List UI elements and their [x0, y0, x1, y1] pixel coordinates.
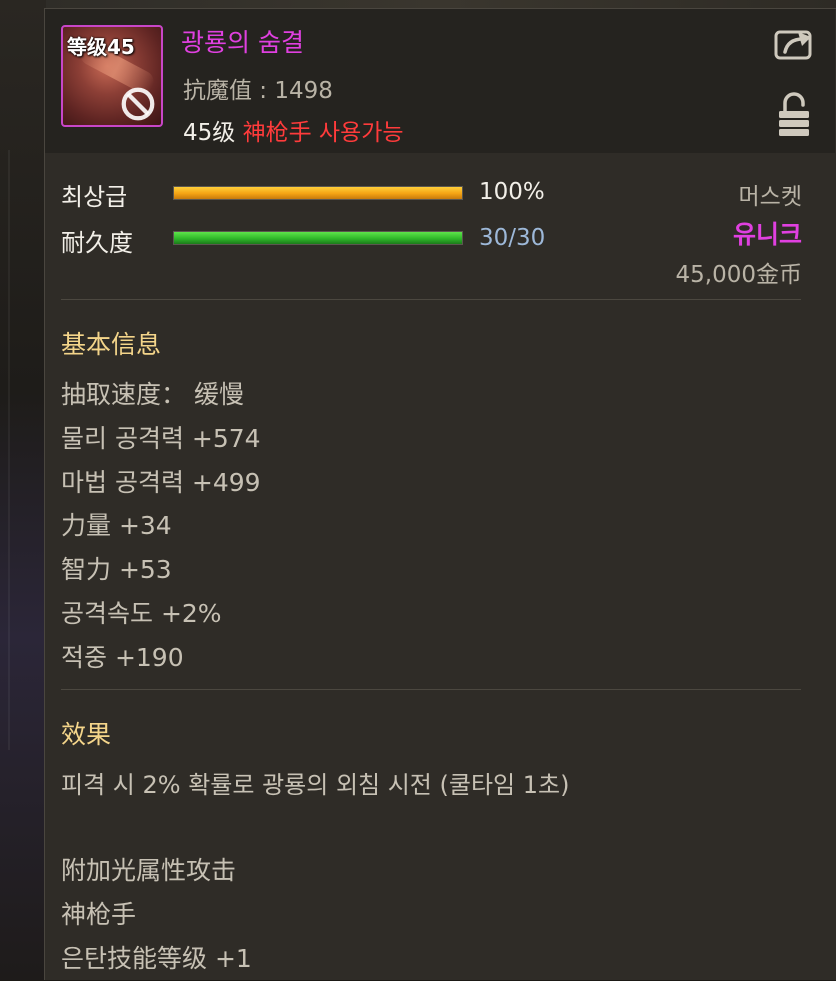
stat-line: 智力 +53: [61, 555, 172, 585]
share-icon[interactable]: [773, 25, 815, 61]
grade-bar: [173, 186, 463, 200]
effect-title: 效果: [61, 720, 112, 749]
requirement-line: 45级 神枪手 사용가능: [183, 113, 404, 147]
grade-bar-fill: [174, 187, 462, 199]
durability-bar-fill: [174, 232, 462, 244]
stat-line: 마법 공격력 +499: [61, 467, 261, 497]
magic-resist-value: 抗魔值 : 1498: [183, 78, 333, 104]
item-tooltip: 等级45 광룡의 숨결 抗魔值 : 1498 45级 神枪手 사용가능 최상급: [44, 8, 836, 980]
background-left-panel: [0, 0, 46, 980]
lock-icon[interactable]: [777, 91, 811, 137]
durability-bar: [173, 231, 463, 245]
effect-description: 피격 시 2% 확률로 광룡의 외침 시전 (쿨타임 1초): [61, 771, 570, 799]
grade-value: 100%: [479, 179, 545, 205]
grade-label: 최상급: [61, 183, 128, 211]
effect-extra-line: 은탄技能等级 +1: [61, 944, 252, 973]
item-icon: 等级45: [61, 25, 163, 127]
item-price: 45,000金币: [675, 262, 802, 288]
no-symbol-icon: [121, 87, 155, 121]
stat-line: 적중 +190: [61, 642, 184, 672]
durability-value: 30/30: [479, 225, 546, 251]
item-name: 광룡의 숨결: [181, 28, 304, 57]
item-level-badge: 等级45: [67, 35, 135, 59]
weapon-type: 머스켓: [738, 184, 802, 210]
durability-label: 耐久度: [61, 229, 133, 257]
stat-line: 공격속도 +2%: [61, 598, 222, 628]
rarity-label: 유니크: [732, 220, 802, 249]
required-class: 神枪手 사용가능: [242, 120, 404, 146]
stat-line: 抽取速度： 缓慢: [61, 380, 244, 409]
tooltip-header: 等级45 광룡의 숨결 抗魔值 : 1498 45级 神枪手 사용가능: [45, 9, 835, 153]
stat-line: 力量 +34: [61, 511, 172, 541]
stat-list: 抽取速度： 缓慢 물리 공격력 +574 마법 공격력 +499 力量 +34 …: [61, 373, 261, 680]
required-level: 45级: [183, 120, 236, 146]
divider: [61, 689, 801, 690]
effect-extra-line: 神枪手: [61, 900, 137, 929]
effect-extra-list: 附加光属性攻击 神枪手 은탄技能等级 +1: [61, 849, 252, 981]
divider: [61, 299, 801, 300]
basic-info-title: 基本信息: [61, 330, 162, 359]
stat-line: 물리 공격력 +574: [61, 423, 261, 453]
effect-extra-line: 附加光属性攻击: [61, 856, 237, 885]
